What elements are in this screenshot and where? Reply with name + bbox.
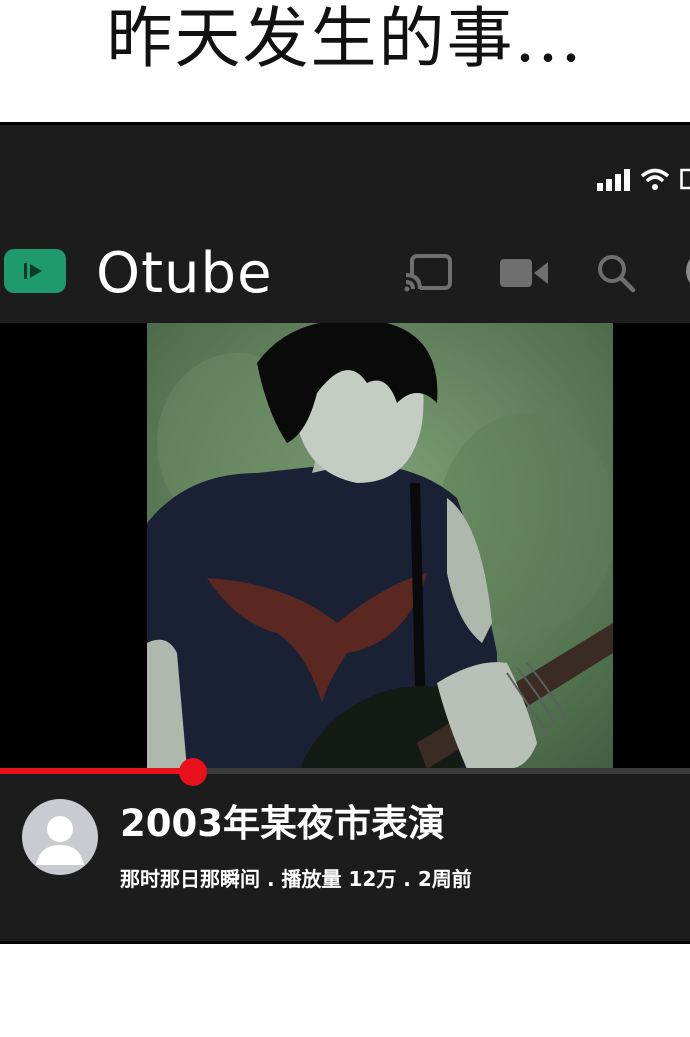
progress-fill (0, 768, 194, 774)
profile-icon[interactable] (684, 249, 690, 293)
signal-icon (597, 169, 630, 191)
default-avatar-icon (36, 816, 84, 865)
channel-avatar[interactable] (22, 799, 98, 875)
app-name: Otube (96, 241, 273, 306)
status-bar (597, 161, 690, 191)
otube-logo[interactable] (4, 249, 66, 293)
battery-icon (680, 168, 690, 190)
video-info: 2003年某夜市表演 那时那日那瞬间 . 播放量 12万 . 2周前 (0, 777, 690, 947)
app-bar: Otube (0, 235, 690, 325)
search-icon[interactable] (596, 253, 636, 293)
video-title[interactable]: 2003年某夜市表演 (120, 793, 445, 847)
cast-icon[interactable] (404, 253, 454, 293)
video-frame (147, 323, 613, 769)
wifi-icon (640, 168, 670, 190)
play-icon (24, 263, 42, 279)
video-camera-icon[interactable] (500, 257, 548, 289)
video-player[interactable] (0, 323, 690, 769)
video-meta: 那时那日那瞬间 . 播放量 12万 . 2周前 (120, 867, 472, 891)
phone-screen: Otube 2003年某夜市表演 那时那日那瞬间 . 播放量 12万 . 2周前 (0, 122, 690, 944)
comic-caption: 昨天发生的事... (106, 0, 584, 77)
